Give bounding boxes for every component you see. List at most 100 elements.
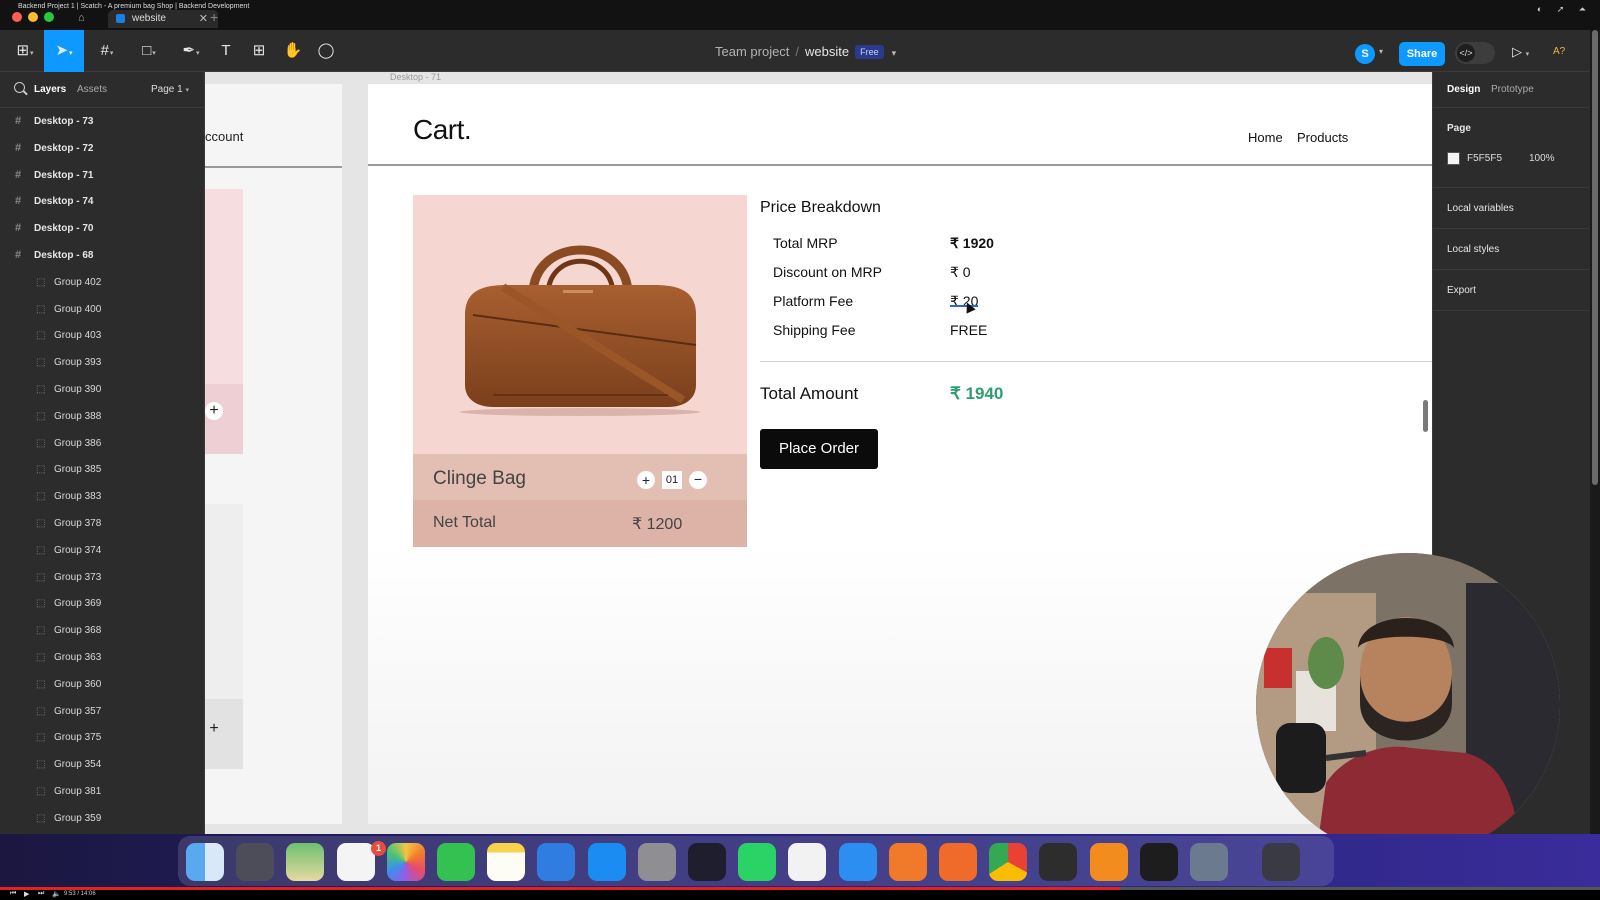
layer-group-item[interactable]: ⬚ Group 393 (0, 349, 204, 376)
team-project-link[interactable]: Team project (715, 44, 789, 59)
local-styles-section[interactable]: Local styles (1433, 229, 1590, 270)
layer-group-item[interactable]: ⬚ Group 374 (0, 537, 204, 564)
safari-icon[interactable] (838, 843, 877, 881)
keynote-icon[interactable] (537, 843, 576, 881)
layer-frame-item[interactable]: # Desktop - 72 (0, 135, 204, 162)
page-scrollbar[interactable] (1590, 30, 1600, 834)
layer-group-item[interactable]: ⬚ Group 390 (0, 376, 204, 403)
new-tab-icon[interactable]: + (210, 9, 218, 25)
nav-products[interactable]: Products (1297, 130, 1348, 145)
file-name[interactable]: website (805, 44, 849, 59)
app-store-icon[interactable] (587, 843, 626, 881)
user-avatar[interactable]: S (1355, 44, 1375, 64)
volume-icon[interactable]: 🔈 (52, 890, 61, 898)
pencil-app-icon[interactable] (888, 843, 927, 881)
frame-label[interactable]: Desktop - 71 (390, 72, 441, 82)
photos-icon[interactable] (386, 843, 425, 881)
comment-tool-button[interactable]: ◯ (309, 30, 343, 72)
github-desktop-icon[interactable] (788, 843, 827, 881)
layer-frame-item[interactable]: # Desktop - 68 (0, 242, 204, 269)
main-menu-button[interactable]: ⊞▾ (8, 30, 42, 72)
skip-back-icon[interactable]: ⏮ (10, 890, 16, 898)
present-play-icon[interactable]: ▷ ▾ (1512, 44, 1529, 60)
design-canvas[interactable]: ccount + + Desktop - 71 Cart. Home Produ… (205, 72, 1432, 834)
add-icon[interactable]: + (205, 402, 223, 420)
home-icon[interactable]: ⌂ (78, 12, 85, 24)
dev-mode-toggle[interactable]: </> (1455, 42, 1495, 64)
close-window-button[interactable] (12, 12, 22, 22)
layer-group-item[interactable]: ⬚ Group 378 (0, 510, 204, 537)
finder-icon[interactable] (186, 843, 224, 881)
maps-icon[interactable] (286, 843, 325, 881)
share-button[interactable]: Share (1399, 42, 1445, 66)
product-card[interactable]: Clinge Bag + 01 − Net Total ₹ 1200 (413, 195, 747, 547)
preview-icon[interactable] (1190, 843, 1228, 881)
trash-icon[interactable] (1262, 843, 1300, 881)
local-variables-section[interactable]: Local variables (1433, 188, 1590, 229)
layer-group-item[interactable]: ⬚ Group 383 (0, 483, 204, 510)
layer-group-item[interactable]: ⬚ Group 388 (0, 403, 204, 430)
chrome-icon[interactable] (989, 843, 1028, 881)
brave-icon[interactable] (939, 843, 977, 881)
canvas-scrollbar[interactable] (1423, 400, 1428, 432)
export-section[interactable]: Export (1433, 270, 1590, 311)
chevron-down-icon[interactable]: ▾ (1379, 47, 1383, 56)
layer-group-item[interactable]: ⬚ Group 357 (0, 698, 204, 725)
layer-group-item[interactable]: ⬚ Group 375 (0, 724, 204, 751)
layer-group-item[interactable]: ⬚ Group 385 (0, 456, 204, 483)
play-icon[interactable]: ▶ (24, 890, 29, 898)
shape-tool-button[interactable]: □▾ (132, 30, 166, 72)
chevron-down-icon[interactable]: ▾ (892, 48, 897, 58)
vscode-icon[interactable] (688, 843, 726, 881)
pen-tool-button[interactable]: ✒▾ (174, 30, 208, 72)
layer-group-item[interactable]: ⬚ Group 359 (0, 805, 204, 832)
layer-frame-item[interactable]: # Desktop - 70 (0, 215, 204, 242)
tab-assets[interactable]: Assets (77, 84, 107, 95)
launchpad-icon[interactable] (236, 843, 275, 881)
vlc-icon[interactable] (1089, 843, 1128, 881)
tab-layers[interactable]: Layers (34, 84, 66, 95)
close-tab-icon[interactable]: ✕ (199, 12, 208, 25)
system-settings-icon[interactable] (637, 843, 676, 881)
obs-icon[interactable] (1039, 843, 1078, 881)
layer-frame-item[interactable]: # Desktop - 73 (0, 108, 204, 135)
layer-group-item[interactable]: ⬚ Group 368 (0, 617, 204, 644)
hand-tool-button[interactable]: ✋ (276, 30, 310, 72)
layer-group-item[interactable]: ⬚ Group 363 (0, 644, 204, 671)
resources-tool-button[interactable]: ⊞ (242, 30, 276, 72)
layer-group-item[interactable]: ⬚ Group 354 (0, 751, 204, 778)
layer-group-item[interactable]: ⬚ Group 400 (0, 296, 204, 323)
layer-frame-item[interactable]: # Desktop - 71 (0, 162, 204, 189)
quantity-value[interactable]: 01 (662, 471, 682, 489)
facetime-icon[interactable] (437, 843, 475, 881)
page-selector[interactable]: Page 1 ▾ (151, 84, 189, 95)
tab-design[interactable]: Design (1447, 84, 1480, 95)
layer-group-item[interactable]: ⬚ Group 386 (0, 430, 204, 457)
add-icon[interactable]: + (205, 720, 223, 738)
layer-group-item[interactable]: ⬚ Group 403 (0, 322, 204, 349)
page-color-value[interactable]: F5F5F5 (1467, 153, 1502, 164)
whatsapp-icon[interactable] (738, 843, 777, 881)
layer-group-item[interactable]: ⬚ Group 402 (0, 269, 204, 296)
scrollbar-thumb[interactable] (1592, 30, 1598, 485)
page-opacity-value[interactable]: 100% (1529, 153, 1555, 164)
place-order-button[interactable]: Place Order (760, 429, 878, 469)
adjacent-frame[interactable]: ccount + + (205, 84, 342, 824)
skip-forward-icon[interactable]: ⏭ (38, 890, 44, 898)
minimize-window-button[interactable] (28, 12, 38, 22)
zoom-indicator[interactable]: A? (1553, 46, 1565, 57)
nav-home[interactable]: Home (1248, 130, 1283, 145)
frame-tool-button[interactable]: #▾ (90, 30, 124, 72)
tab-prototype[interactable]: Prototype (1491, 84, 1534, 95)
browser-tab-website[interactable]: website ✕ (108, 10, 218, 28)
layer-group-item[interactable]: ⬚ Group 369 (0, 590, 204, 617)
layer-group-item[interactable]: ⬚ Group 360 (0, 671, 204, 698)
figma-icon[interactable] (1139, 843, 1178, 881)
notes-icon[interactable] (487, 843, 526, 881)
search-icon[interactable] (14, 82, 25, 93)
page-color-swatch[interactable] (1447, 152, 1460, 165)
layer-group-item[interactable]: ⬚ Group 381 (0, 778, 204, 805)
decrease-qty-button[interactable]: − (689, 471, 707, 489)
maximize-window-button[interactable] (44, 12, 54, 22)
reminders-icon[interactable] (336, 843, 375, 881)
